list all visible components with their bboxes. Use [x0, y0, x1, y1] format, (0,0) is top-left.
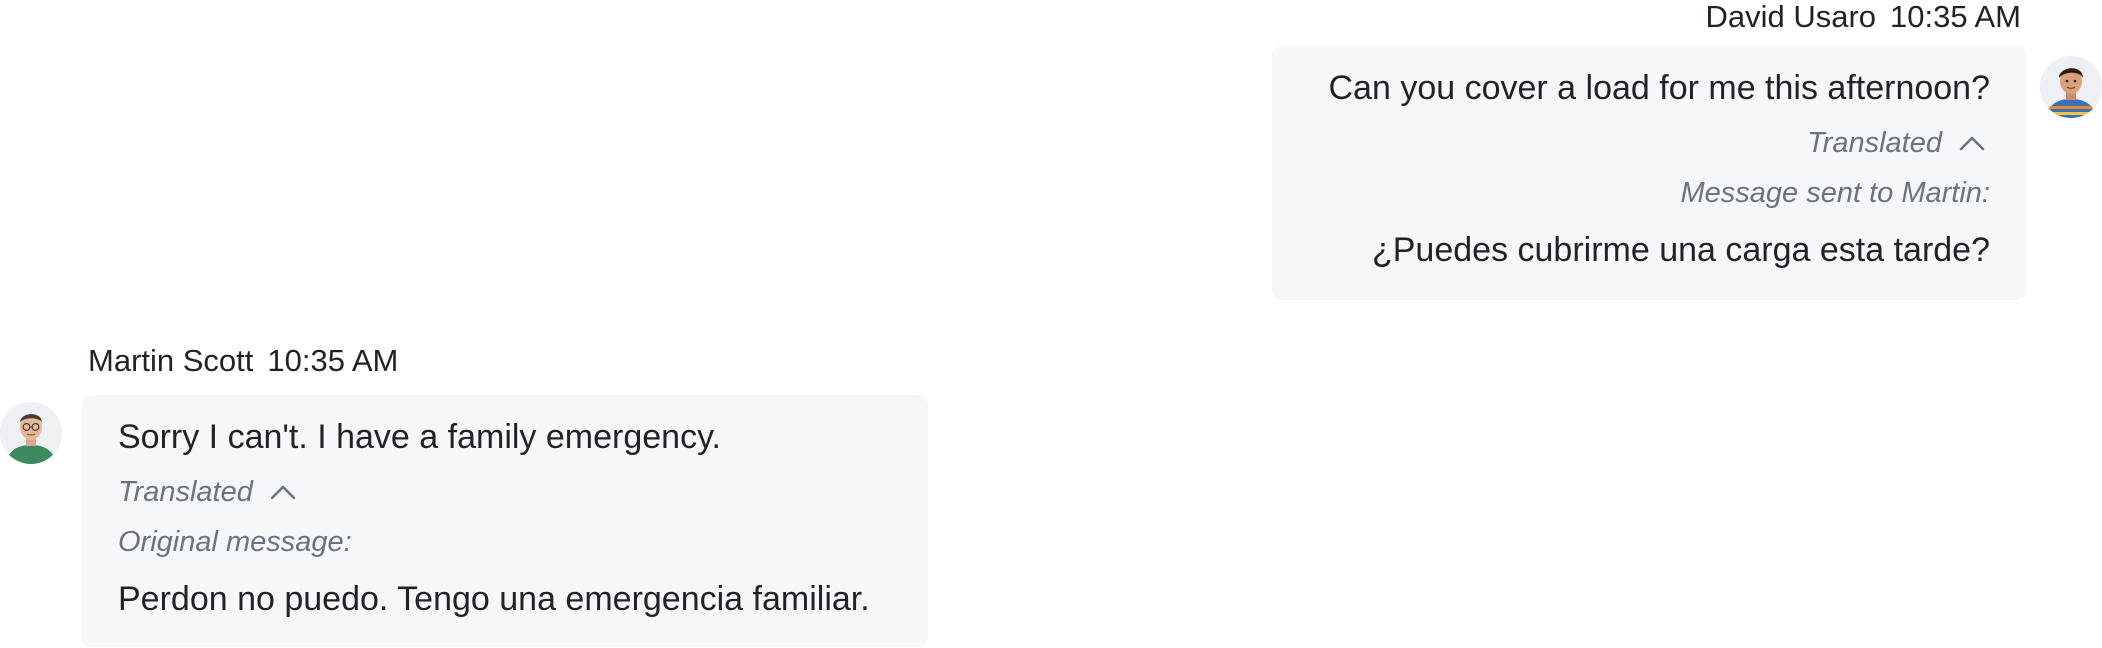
translated-toggle[interactable]: Translated — [118, 475, 892, 509]
message-text: Sorry I can't. I have a family emergency… — [118, 418, 721, 456]
person-avatar-icon — [2040, 56, 2102, 118]
translated-message-text: ¿Puedes cubrirme una carga esta tarde? — [1371, 231, 1990, 269]
person-avatar-icon — [0, 402, 62, 464]
incoming-message-bubble: Sorry I can't. I have a family emergency… — [82, 395, 928, 647]
translated-label: Translated — [118, 476, 253, 508]
avatar — [2040, 56, 2102, 118]
sender-name: Martin Scott — [88, 343, 254, 378]
sender-name: David Usaro — [1705, 0, 1877, 34]
translated-label: Translated — [1807, 127, 1942, 159]
incoming-message-header: Martin Scott 10:35 AM — [88, 344, 398, 378]
message-text: Can you cover a load for me this afterno… — [1328, 69, 1991, 107]
message-thread: David Usaro 10:35 AM Can you cover a load… — [0, 0, 2102, 648]
translated-toggle[interactable]: Translated — [1308, 126, 1990, 160]
message-timestamp: 10:35 AM — [1890, 0, 2021, 34]
outgoing-message-bubble: Can you cover a load for me this afterno… — [1272, 46, 2026, 300]
original-message-text: Perdon no puedo. Tengo una emergencia fa… — [118, 580, 870, 618]
outgoing-message-header: David Usaro 10:35 AM — [1705, 0, 2021, 34]
message-timestamp: 10:35 AM — [267, 343, 399, 378]
avatar — [0, 402, 62, 464]
translation-label: Message sent to Martin: — [1680, 177, 1990, 209]
chevron-up-icon[interactable] — [1954, 126, 1990, 160]
chevron-up-icon[interactable] — [265, 475, 301, 509]
original-message-label: Original message: — [118, 526, 352, 558]
